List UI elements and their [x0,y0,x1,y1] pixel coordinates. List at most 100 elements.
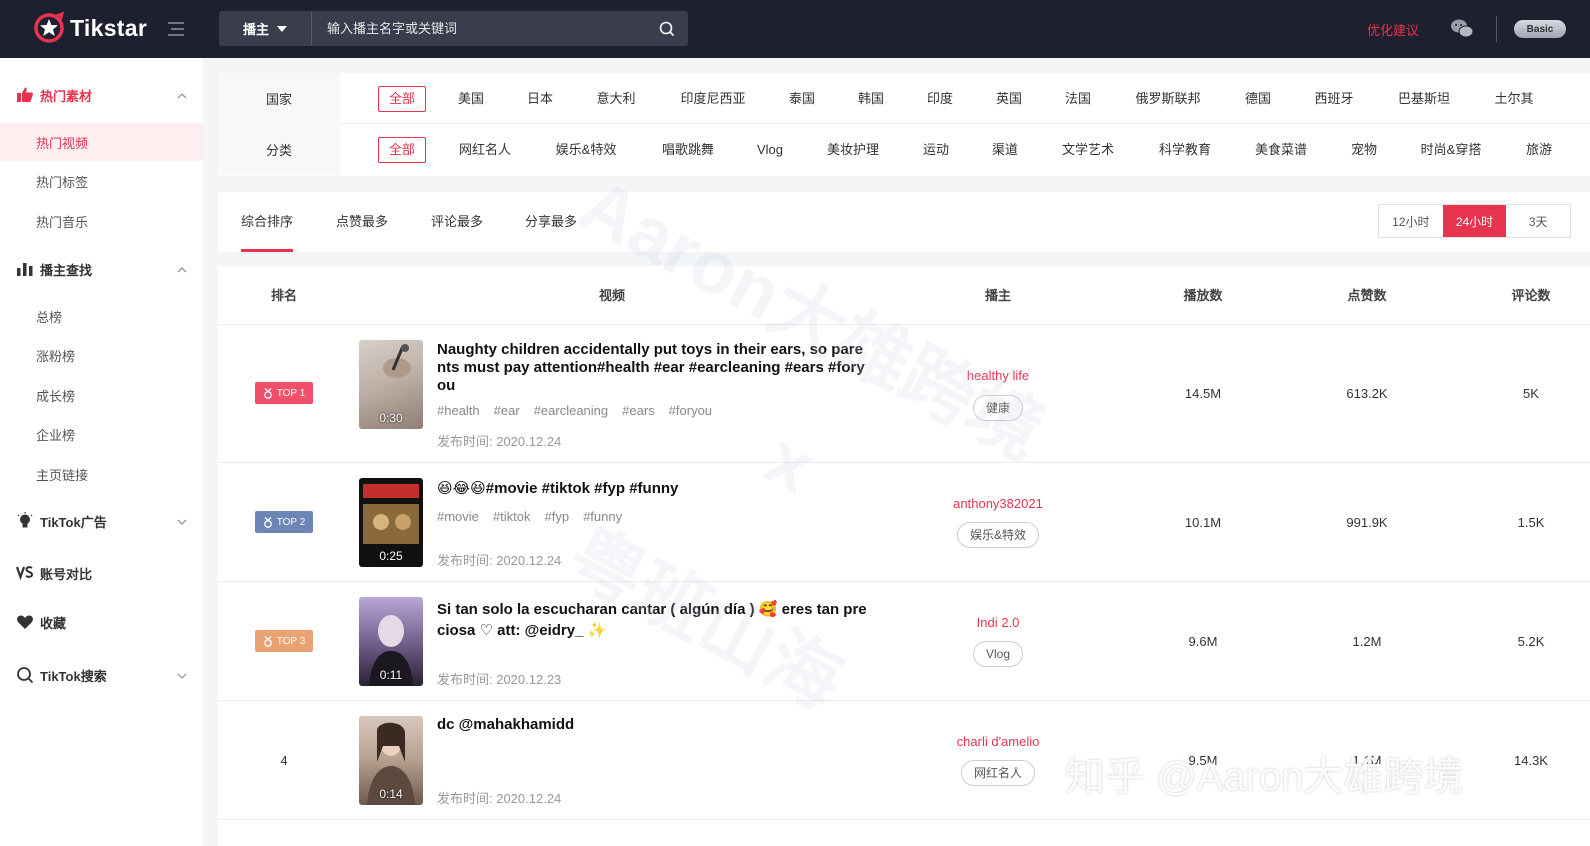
chevron-up-icon [177,263,187,273]
sidebar-section-account-compare[interactable]: 账号对比 [0,553,203,593]
time-option-24h[interactable]: 24小时 [1442,205,1507,237]
country-option[interactable]: 韩国 [858,86,884,112]
category-option[interactable]: 旅游 [1526,137,1552,163]
menu-collapse-icon[interactable] [166,19,186,39]
column-header-video: 视频 [598,288,626,303]
video-title[interactable]: Si tan solo la escucharan cantar ( algún… [437,599,867,641]
caret-down-icon [277,25,287,32]
sort-tab-most-comments[interactable]: 评论最多 [431,192,483,252]
sort-tab-overall[interactable]: 综合排序 [240,192,294,252]
category-option[interactable]: 网红名人 [459,137,511,163]
sidebar-item-label: 涨粉榜 [36,348,76,364]
sidebar-section-label: 热门素材 [40,88,93,104]
category-option[interactable]: 宠物 [1351,137,1377,163]
video-thumbnail[interactable]: 0:30 [359,340,423,429]
creator-name[interactable]: anthony382021 [953,496,1043,511]
country-filter-label: 国家 [218,73,340,124]
country-option[interactable]: 德国 [1245,86,1271,112]
search-type-label: 播主 [242,22,269,37]
sidebar-item-profile-link[interactable]: 主页链接 [0,455,203,493]
video-thumbnail[interactable]: 0:14 [359,716,423,805]
category-option[interactable]: 渠道 [992,137,1018,163]
video-duration: 0:14 [379,787,403,801]
creator-name[interactable]: Indi 2.0 [977,615,1020,630]
country-option[interactable]: 巴基斯坦 [1398,86,1450,112]
category-option[interactable]: 科学教育 [1159,137,1211,163]
category-option[interactable]: 文学艺术 [1062,137,1114,163]
sidebar-item-enterprise-rank[interactable]: 企业榜 [0,415,203,453]
country-option[interactable]: 日本 [527,86,553,112]
category-option[interactable]: 时尚&穿搭 [1421,137,1482,163]
hashtag[interactable]: #earcleaning [534,403,608,418]
sidebar-item-hot-videos[interactable]: 热门视频 [0,123,203,161]
hashtag[interactable]: #health [437,403,480,418]
sidebar-item-hot-music[interactable]: 热门音乐 [0,202,203,240]
sort-tab-most-likes[interactable]: 点赞最多 [336,192,388,252]
vip-badge[interactable]: Basic [1514,20,1566,38]
publish-date: 发布时间: 2020.12.24 [437,434,562,449]
hashtag[interactable]: #tiktok [493,509,531,524]
heart-icon [16,613,34,631]
creator-name[interactable]: healthy life [967,368,1029,383]
time-option-12h[interactable]: 12小时 [1379,205,1443,237]
category-option[interactable]: 运动 [923,137,949,163]
sidebar-section-tiktok-search[interactable]: TikTok搜索 [0,655,203,695]
video-duration: 0:11 [379,668,403,682]
hashtag[interactable]: #ears [622,403,655,418]
suggest-link[interactable]: 优化建议 [1367,20,1419,39]
hashtag[interactable]: #funny [583,509,622,524]
country-option-all[interactable]: 全部 [377,86,427,112]
country-option[interactable]: 美国 [458,86,484,112]
sidebar-section-hot-materials[interactable]: 热门素材 [0,75,203,115]
play-count: 14.5M [1184,386,1222,401]
category-option[interactable]: Vlog [757,137,783,163]
chevron-down-icon [177,669,187,679]
hashtag[interactable]: #foryou [669,403,712,418]
sidebar-section-creator-search[interactable]: 播主查找 [0,249,203,289]
sort-tab-most-shares[interactable]: 分享最多 [525,192,577,252]
video-duration: 0:25 [379,549,403,563]
sidebar-item-growth-rank[interactable]: 成长榜 [0,376,203,414]
country-option[interactable]: 西班牙 [1314,86,1353,112]
country-option[interactable]: 俄罗斯联邦 [1135,86,1200,112]
sidebar-section-favorites[interactable]: 收藏 [0,602,203,642]
country-option[interactable]: 泰国 [789,86,815,112]
video-title[interactable]: 😆😂😆#movie #tiktok #fyp #funny [437,480,867,498]
sidebar-section-tiktok-ads[interactable]: TikTok广告 [0,501,203,541]
hashtag[interactable]: #movie [437,509,479,524]
country-option[interactable]: 意大利 [596,86,635,112]
country-option[interactable]: 印度尼西亚 [680,86,745,112]
video-thumbnail[interactable]: 0:25 [359,478,423,567]
country-option[interactable]: 法国 [1065,86,1091,112]
table-row: TOP 2 0:25 😆😂😆#movie #tiktok #fyp #funny… [218,463,1590,582]
sidebar-item-overall-rank[interactable]: 总榜 [0,297,203,335]
category-tag: 娱乐&特效 [956,522,1040,548]
category-option[interactable]: 唱歌跳舞 [662,137,714,163]
creator-name[interactable]: charli d'amelio [957,734,1040,749]
wechat-icon[interactable] [1450,18,1474,40]
time-option-3d[interactable]: 3天 [1506,205,1570,237]
sidebar-item-hot-tags[interactable]: 热门标签 [0,162,203,200]
hashtag[interactable]: #fyp [545,509,570,524]
sidebar-item-follower-growth-rank[interactable]: 涨粉榜 [0,336,203,374]
country-option[interactable]: 土尔其 [1494,86,1533,112]
country-option[interactable]: 印度 [927,86,953,112]
category-option[interactable]: 美妆护理 [827,137,879,163]
category-option[interactable]: 美食菜谱 [1255,137,1307,163]
video-thumbnail[interactable]: 0:11 [359,597,423,686]
search-input[interactable] [319,11,649,46]
rank-badge: TOP 1 [255,382,313,404]
video-title[interactable]: dc @mahakhamidd [437,716,867,734]
hashtag[interactable]: #ear [494,403,520,418]
search-type-select[interactable]: 播主 [219,11,312,46]
sidebar-item-label: 热门标签 [36,174,89,190]
category-option[interactable]: 娱乐&特效 [556,137,617,163]
sidebar-item-label: 热门视频 [36,135,89,151]
app-logo[interactable]: Tikstar [32,10,147,46]
category-option-all[interactable]: 全部 [377,137,427,163]
video-title[interactable]: Naughty children accidentally put toys i… [437,341,867,395]
country-option[interactable]: 英国 [996,86,1022,112]
search-icon [16,666,34,684]
search-icon[interactable] [658,20,676,38]
time-range-selector: 12小时 24小时 3天 [1378,204,1571,238]
